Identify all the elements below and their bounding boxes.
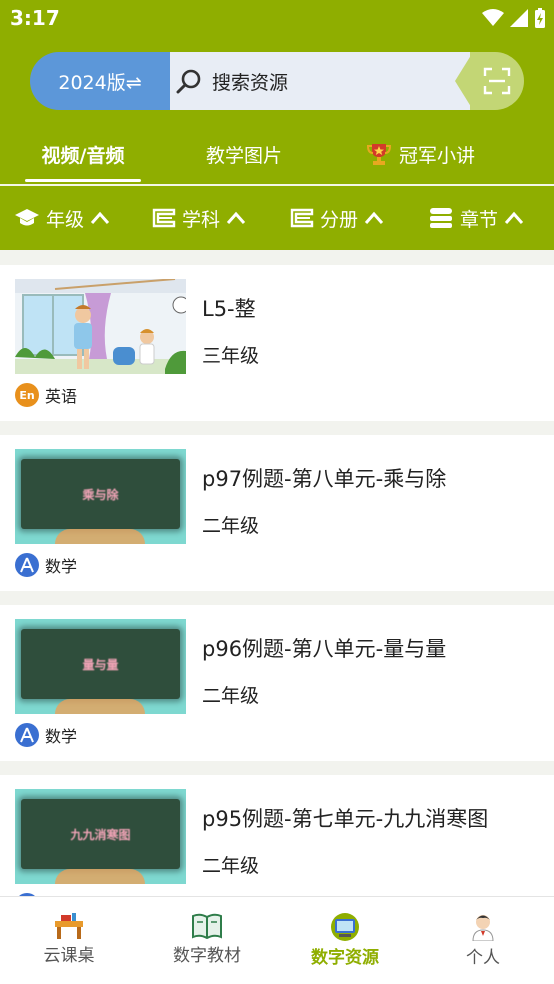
item-subject: 数学: [15, 723, 77, 747]
list-item[interactable]: L5-整 三年级 En 英语: [0, 265, 554, 421]
chalkboard-text: 乘与除: [82, 487, 119, 502]
filter-subject[interactable]: 学科: [152, 190, 246, 246]
item-grade: 二年级: [202, 515, 260, 537]
chevron-up-icon: [364, 211, 384, 224]
item-grade: 二年级: [202, 855, 260, 877]
chalkboard-slate: 乘与除: [21, 459, 180, 529]
filter-label: 学科: [182, 208, 221, 231]
scan-button[interactable]: [470, 52, 524, 110]
stack-icon: [430, 208, 452, 228]
filter-grade[interactable]: 年级: [14, 190, 110, 246]
battery-charging-icon: [535, 8, 545, 28]
scan-icon: [483, 67, 511, 95]
search-input[interactable]: 搜索资源: [162, 52, 492, 110]
search-icon: [176, 69, 201, 94]
item-title: p97例题-第八单元-乘与除: [202, 467, 447, 491]
list-item[interactable]: 九九消寒图 p95例题-第七单元-九九消寒图 二年级 数学: [0, 775, 554, 896]
chalkboard: 乘与除: [15, 449, 186, 544]
chalkboard: 量与量: [15, 619, 186, 714]
wifi-icon: [482, 9, 504, 26]
book-icon: [152, 208, 176, 228]
chalkboard-slate: 量与量: [21, 629, 180, 699]
nav-label: 个人: [466, 948, 500, 968]
chevron-up-icon: [90, 211, 110, 224]
textbook-icon: [192, 913, 222, 939]
status-bar: 3:17: [0, 0, 554, 38]
chalkboard-ledge: [55, 869, 145, 884]
video-thumbnail: 量与量: [15, 619, 186, 714]
tab-active-indicator: [25, 179, 141, 182]
subject-label: 英语: [45, 387, 78, 406]
item-title: p95例题-第七单元-九九消寒图: [202, 807, 489, 831]
header-divider: [0, 184, 554, 186]
status-time: 3:17: [10, 6, 60, 30]
tab-label: 教学图片: [205, 144, 282, 167]
filter-volume[interactable]: 分册: [290, 190, 384, 246]
computer-icon: [331, 913, 359, 941]
tab-label: 视频/音频: [41, 144, 125, 167]
chalkboard-text: 量与量: [82, 657, 119, 672]
nav-profile[interactable]: 个人: [414, 897, 552, 984]
chevron-up-icon: [504, 211, 524, 224]
nav-digital-resources[interactable]: 数字资源: [276, 897, 414, 984]
filter-label: 章节: [460, 208, 499, 231]
item-title: L5-整: [202, 297, 256, 321]
video-thumbnail: [15, 279, 186, 374]
math-compass-icon: [15, 723, 39, 747]
person-icon: [472, 915, 494, 941]
nav-label: 数字教材: [173, 946, 241, 966]
item-subject: 数学: [15, 553, 77, 577]
bottom-nav: 云课桌 数字教材 数字资源 个人: [0, 896, 554, 984]
item-grade: 三年级: [202, 345, 260, 367]
video-thumbnail: 九九消寒图: [15, 789, 186, 884]
search-placeholder: 搜索资源: [212, 71, 289, 94]
chalkboard-text: 九九消寒图: [70, 827, 131, 842]
classroom-illustration: [15, 279, 186, 374]
chalkboard: 九九消寒图: [15, 789, 186, 884]
chalkboard-slate: 九九消寒图: [21, 799, 180, 869]
filter-label: 年级: [46, 208, 85, 231]
trophy-icon: [366, 144, 391, 165]
item-title: p96例题-第八单元-量与量: [202, 637, 447, 661]
list-item[interactable]: 量与量 p96例题-第八单元-量与量 二年级 数学: [0, 605, 554, 761]
version-toggle-button[interactable]: 2024版⇌: [30, 52, 170, 110]
filter-bar: 年级 学科 分册 章节: [0, 190, 554, 246]
graduation-cap-icon: [15, 209, 39, 226]
desk-icon: [55, 913, 83, 939]
math-compass-icon: [15, 553, 39, 577]
subject-label: 数学: [45, 557, 78, 576]
item-subject: En 英语: [15, 383, 77, 407]
search-bar: 搜索资源 2024版⇌: [30, 52, 524, 110]
list-item[interactable]: 乘与除 p97例题-第八单元-乘与除 二年级 数学: [0, 435, 554, 591]
item-grade: 二年级: [202, 685, 260, 707]
chevron-up-icon: [226, 211, 246, 224]
resource-tabs: 视频/音频 教学图片 冠军小讲: [0, 126, 554, 182]
book-icon: [290, 208, 314, 228]
tab-teaching-images[interactable]: 教学图片: [186, 126, 302, 182]
nav-label: 云课桌: [43, 946, 95, 966]
video-thumbnail: 乘与除: [15, 449, 186, 544]
chalkboard-ledge: [55, 529, 145, 544]
filter-chapter[interactable]: 章节: [428, 190, 524, 246]
tab-label: 冠军小讲: [398, 144, 475, 167]
signal-icon: [510, 9, 528, 27]
nav-cloud-desk[interactable]: 云课桌: [0, 897, 138, 984]
nav-digital-textbook[interactable]: 数字教材: [138, 897, 276, 984]
subject-label: 数学: [45, 727, 78, 746]
nav-label: 数字资源: [311, 948, 379, 968]
header: 搜索资源 2024版⇌ 视频/音频 教学图片 冠军小讲 年级 学科 分册 章节: [0, 38, 554, 250]
tab-champion-talk[interactable]: 冠军小讲: [356, 126, 486, 182]
filter-label: 分册: [320, 208, 359, 231]
tab-video-audio[interactable]: 视频/音频: [25, 126, 141, 182]
chalkboard-ledge: [55, 699, 145, 714]
english-icon: En: [15, 383, 39, 407]
resource-list[interactable]: L5-整 三年级 En 英语 乘与除 p97例题-第八单元-乘与除 二年级 数学…: [0, 250, 554, 896]
